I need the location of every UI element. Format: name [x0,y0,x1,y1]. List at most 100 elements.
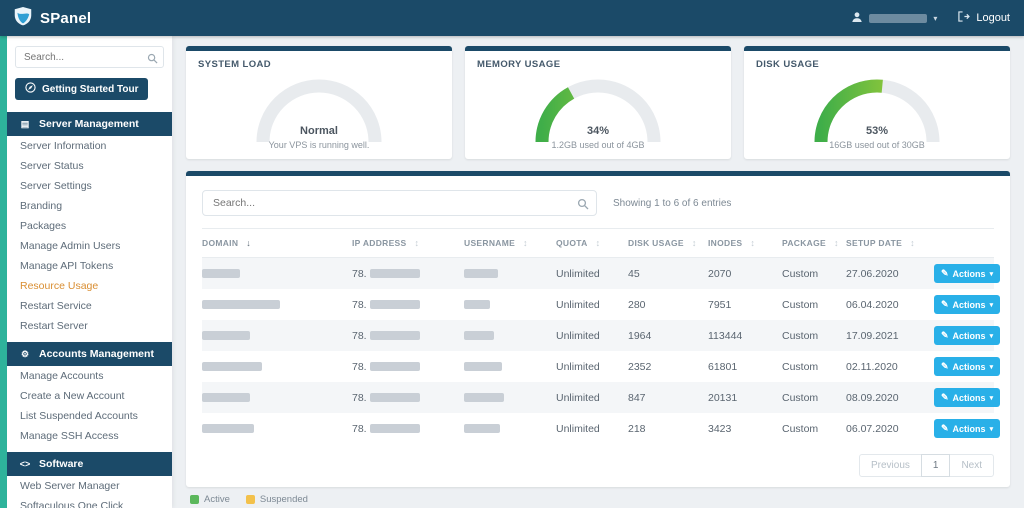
redacted-username [464,393,504,402]
edit-icon: ✎ [941,268,949,279]
cell-actions: ✎Actions▾ [934,419,1000,438]
table-search-input[interactable] [202,190,597,216]
redacted-username [464,424,500,433]
redacted-domain [202,269,240,278]
redacted-username [464,331,494,340]
column-header-disk-usage[interactable]: DISK USAGE↕ [628,238,708,248]
getting-started-tour-button[interactable]: Getting Started Tour [15,78,148,100]
sidebar-section-header[interactable]: ▤ Server Management [7,112,172,136]
sidebar-item-branding[interactable]: Branding [7,196,172,216]
sidebar-item-packages[interactable]: Packages [7,216,172,236]
compass-icon [25,82,36,96]
column-header-domain[interactable]: DOMAIN↓ [202,238,352,248]
gauge-arc [518,66,678,150]
cell-package: Custom [782,330,846,342]
sidebar-item-server-information[interactable]: Server Information [7,136,172,156]
sort-icon: ↕ [750,238,755,248]
sidebar-item-server-settings[interactable]: Server Settings [7,176,172,196]
legend-suspended-label: Suspended [260,494,308,505]
chevron-down-icon: ▾ [990,301,994,309]
chevron-down-icon: ▾ [990,363,994,371]
column-label: QUOTA [556,238,588,248]
column-header-package[interactable]: PACKAGE↕ [782,238,846,248]
sidebar-section-header[interactable]: ⚙ Accounts Management [7,342,172,366]
redacted-username [464,269,498,278]
sidebar-item-list-suspended-accounts[interactable]: List Suspended Accounts [7,406,172,426]
sidebar-item-manage-accounts[interactable]: Manage Accounts [7,366,172,386]
redacted-ip [370,393,420,402]
cell-ip-address: 78. [352,268,464,280]
edit-icon: ✎ [941,392,949,403]
user-menu[interactable]: ▾ [851,11,937,26]
sidebar-item-manage-admin-users[interactable]: Manage Admin Users [7,236,172,256]
logout-label: Logout [976,12,1010,24]
cell-username [464,331,556,340]
cell-package: Custom [782,392,846,404]
actions-button[interactable]: ✎Actions▾ [934,326,1000,345]
actions-button[interactable]: ✎Actions▾ [934,264,1000,283]
actions-button[interactable]: ✎Actions▾ [934,388,1000,407]
actions-button[interactable]: ✎Actions▾ [934,295,1000,314]
cell-username [464,362,556,371]
search-icon [147,51,158,69]
cell-quota: Unlimited [556,268,628,280]
sidebar-item-restart-service[interactable]: Restart Service [7,296,172,316]
gear-icon: ⚙ [19,349,31,360]
pagination-next[interactable]: Next [949,454,994,477]
gauge-value: Normal [239,125,399,137]
table-row: 78. Unlimited 45 2070 Custom 27.06.2020 … [202,258,994,289]
column-header-ip-address[interactable]: IP ADDRESS↕ [352,238,464,248]
cell-domain [202,300,352,309]
column-header-setup-date[interactable]: SETUP DATE↕ [846,238,934,248]
sidebar-item-manage-ssh-access[interactable]: Manage SSH Access [7,426,172,446]
actions-button[interactable]: ✎Actions▾ [934,419,1000,438]
sidebar-section-header[interactable]: <> Software [7,452,172,476]
redacted-domain [202,331,250,340]
edit-icon: ✎ [941,330,949,341]
active-color-swatch [190,495,199,504]
cell-disk-usage: 847 [628,392,708,404]
gauge-sublabel: 16GB used out of 30GB [797,140,957,150]
cell-disk-usage: 218 [628,423,708,435]
sidebar-item-softaculous-one-click-installer[interactable]: Softaculous One Click Installer [7,496,172,508]
cell-quota: Unlimited [556,330,628,342]
search-icon [577,197,589,215]
logout-icon [957,11,970,25]
sidebar-item-restart-server[interactable]: Restart Server [7,316,172,336]
sidebar-item-create-a-new-account[interactable]: Create a New Account [7,386,172,406]
cell-username [464,424,556,433]
sidebar-item-web-server-manager[interactable]: Web Server Manager [7,476,172,496]
sidebar-item-server-status[interactable]: Server Status [7,156,172,176]
chevron-down-icon: ▾ [990,425,994,433]
pagination: Previous 1 Next [202,454,994,477]
gauge-sublabel: Your VPS is running well. [239,140,399,150]
legend-suspended: Suspended [246,494,308,505]
pagination-previous[interactable]: Previous [859,454,922,477]
cell-actions: ✎Actions▾ [934,295,1000,314]
chevron-down-icon: ▾ [990,332,994,340]
redacted-domain [202,393,250,402]
table-row: 78. Unlimited 218 3423 Custom 06.07.2020… [202,413,994,444]
sidebar-search-input[interactable] [15,46,164,68]
gauge-card: MEMORY USAGE 34% 1.2GB used out of 4GB [465,46,731,159]
sidebar-item-manage-api-tokens[interactable]: Manage API Tokens [7,256,172,276]
cell-username [464,393,556,402]
actions-button[interactable]: ✎Actions▾ [934,357,1000,376]
column-header-inodes[interactable]: INODES↕ [708,238,782,248]
table-toolbar: Showing 1 to 6 of 6 entries [202,190,994,216]
server-icon: ▤ [19,119,31,130]
column-header-username[interactable]: USERNAME↕ [464,238,556,248]
sidebar: Getting Started Tour ▤ Server Management… [7,36,172,508]
cell-actions: ✎Actions▾ [934,357,1000,376]
pagination-page-1[interactable]: 1 [921,454,951,477]
sort-icon: ↕ [596,238,601,248]
column-label: IP ADDRESS [352,238,407,248]
column-header-quota[interactable]: QUOTA ↕ [556,238,628,248]
logout-button[interactable]: Logout [957,11,1010,25]
topbar-right: ▾ Logout [851,11,1010,26]
sidebar-item-resource-usage[interactable]: Resource Usage [7,276,172,296]
cell-setup-date: 06.07.2020 [846,423,934,435]
cell-inodes: 61801 [708,361,782,373]
cell-actions: ✎Actions▾ [934,388,1000,407]
cell-setup-date: 27.06.2020 [846,268,934,280]
